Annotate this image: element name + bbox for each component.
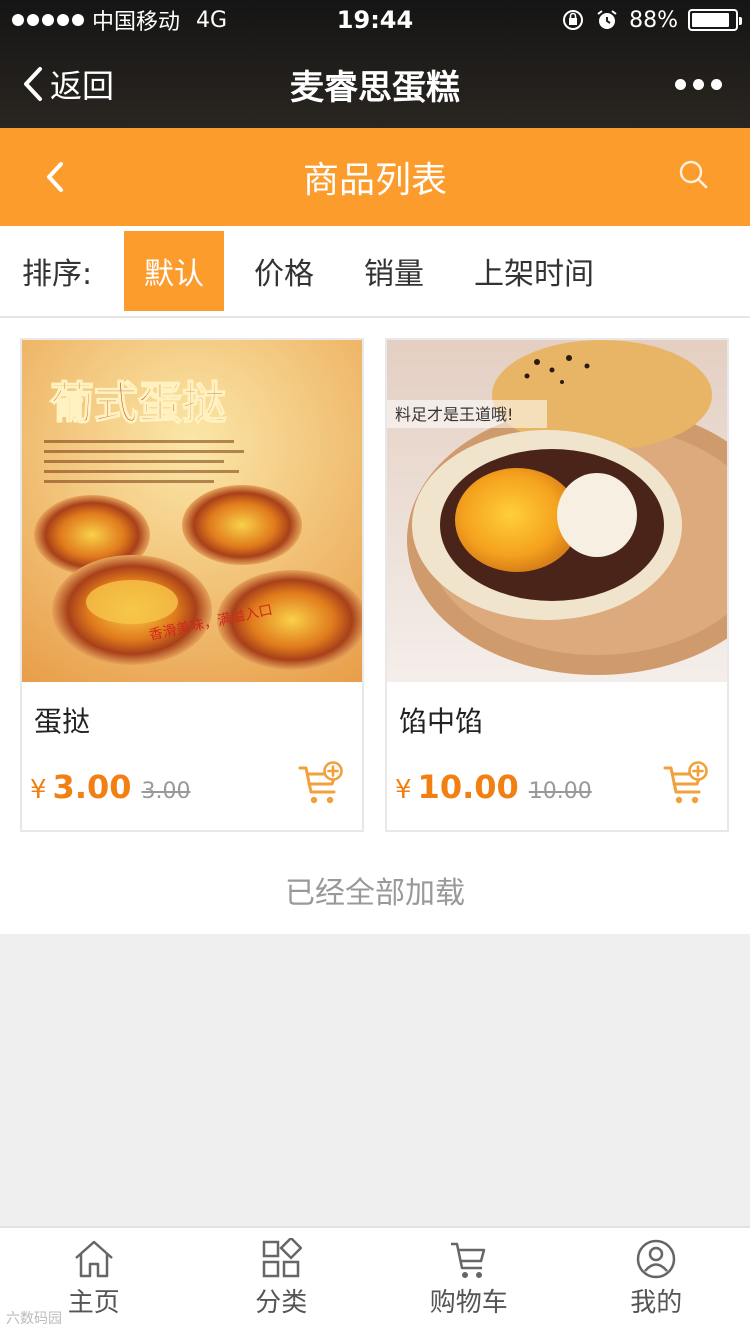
tab-cart[interactable]: 购物车: [375, 1228, 563, 1334]
current-price: 3.00: [52, 768, 132, 806]
header-back-button[interactable]: [0, 160, 110, 194]
product-list: 葡式蛋挞 香滑美味，满溢入口 蛋挞 ¥ 3.00 3.00 料足才是王道哦! 馅…: [0, 318, 750, 934]
wechat-nav-bar: 返回 麦睿思蛋糕: [0, 40, 750, 128]
user-icon: [637, 1239, 676, 1279]
category-icon: [263, 1238, 303, 1278]
original-price: 3.00: [141, 779, 191, 804]
chevron-left-icon: [47, 162, 63, 192]
search-button[interactable]: [678, 159, 750, 195]
status-time: 19:44: [336, 6, 414, 34]
product-price: ¥ 3.00 3.00: [30, 768, 190, 806]
home-icon: [74, 1240, 113, 1278]
currency-symbol: ¥: [395, 775, 412, 805]
add-to-cart-button[interactable]: [663, 760, 709, 810]
back-label: 返回: [50, 67, 115, 105]
sort-option-price[interactable]: 价格: [234, 231, 334, 311]
page-header: 商品列表: [0, 128, 750, 226]
product-image[interactable]: 料足才是王道哦!: [387, 340, 727, 682]
tab-label: 我的: [630, 1288, 683, 1318]
tab-label: 购物车: [429, 1288, 508, 1318]
product-card[interactable]: 葡式蛋挞 香滑美味，满溢入口 蛋挞 ¥ 3.00 3.00: [20, 338, 364, 832]
sort-option-newest[interactable]: 上架时间: [454, 231, 614, 311]
tab-category[interactable]: 分类: [188, 1228, 376, 1334]
product-name[interactable]: 馅中馅: [399, 700, 483, 740]
pastry-illustration: 料足才是王道哦!: [387, 340, 727, 682]
more-button[interactable]: [675, 78, 750, 90]
sort-option-default[interactable]: 默认: [124, 231, 224, 311]
product-price: ¥ 10.00 10.00: [395, 768, 592, 806]
add-to-cart-icon: [298, 761, 343, 804]
bottom-tab-bar: 主页 分类 购物车 我的: [0, 1226, 750, 1334]
back-button[interactable]: 返回: [0, 61, 114, 107]
watermark: 六数码园: [6, 1311, 62, 1327]
product-card[interactable]: 料足才是王道哦! 馅中馅 ¥ 10.00 10.00: [385, 338, 729, 832]
page-title: 商品列表: [302, 160, 447, 201]
currency-symbol: ¥: [30, 775, 47, 805]
current-price: 10.00: [417, 768, 519, 806]
product-name[interactable]: 蛋挞: [34, 700, 90, 740]
search-icon: [679, 160, 708, 189]
tab-profile[interactable]: 我的: [563, 1228, 750, 1334]
status-bar: 中国移动 4G 19:44 88%: [0, 0, 750, 40]
sort-option-sales[interactable]: 销量: [344, 231, 444, 311]
original-price: 10.00: [528, 779, 592, 804]
battery-icon: [688, 9, 742, 31]
add-to-cart-button[interactable]: [298, 760, 344, 810]
image-title-text: 葡式蛋挞: [50, 378, 226, 429]
add-to-cart-icon: [663, 761, 708, 804]
top-dark-bar: 中国移动 4G 19:44 88% 返回 麦睿思蛋糕: [0, 0, 750, 128]
load-status-text: 已经全部加载: [285, 876, 465, 911]
chevron-left-icon: [24, 67, 42, 101]
image-caption-text: 料足才是王道哦!: [395, 405, 513, 424]
cart-icon: [450, 1242, 485, 1278]
tab-label: 主页: [67, 1288, 120, 1318]
egg-tart-illustration: 葡式蛋挞 香滑美味，满溢入口: [22, 340, 362, 682]
sort-label: 排序:: [22, 257, 93, 292]
tab-label: 分类: [255, 1288, 308, 1318]
sort-bar: 排序: 默认 价格 销量 上架时间: [0, 226, 750, 318]
product-image[interactable]: 葡式蛋挞 香滑美味，满溢入口: [22, 340, 362, 682]
